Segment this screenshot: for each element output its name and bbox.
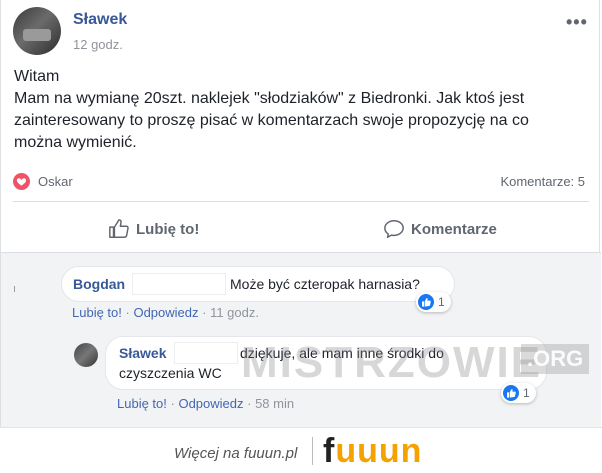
reactor-name[interactable]: Oskar	[38, 174, 73, 189]
site-footer	[0, 427, 602, 473]
comment-time[interactable]: 11 godz.	[210, 305, 259, 320]
facebook-post: Sławek 12 godz. ••• Witam Mam na wymianę…	[0, 0, 601, 427]
redacted-block	[132, 273, 226, 295]
separator: ·	[202, 305, 211, 320]
comment-marker: ı	[13, 283, 17, 295]
love-reaction-icon[interactable]	[13, 173, 30, 190]
comment-bubble: Bogdan Może być czteropak harnasia?	[61, 266, 455, 302]
more-options-icon[interactable]: •••	[566, 12, 588, 33]
comment-actions: Lubię to! · Odpowiedz · 11 godz.	[72, 305, 259, 320]
comment-text: Może być czteropak harnasia?	[230, 276, 420, 292]
comment-bubble-icon	[384, 220, 404, 238]
reply-time[interactable]: 58 min	[255, 396, 294, 411]
comment-label: Komentarze	[411, 220, 497, 238]
post-body: Witam Mam na wymianę 20szt. naklejek "sł…	[14, 66, 584, 154]
comment-reactions[interactable]: 1	[416, 292, 451, 312]
comments-count[interactable]: Komentarze: 5	[500, 174, 585, 189]
divider	[13, 201, 589, 202]
thumbs-up-icon	[503, 385, 519, 401]
reply-like-link[interactable]: Lubię to!	[117, 396, 167, 411]
post-line: można wymienić.	[14, 134, 137, 151]
redacted-block	[174, 342, 238, 364]
reply-reply-link[interactable]: Odpowiedz	[178, 396, 243, 411]
comment-reply-link[interactable]: Odpowiedz	[133, 305, 198, 320]
divider	[1, 252, 601, 253]
thumbs-up-icon	[418, 294, 434, 310]
reply-actions: Lubię to! · Odpowiedz · 58 min	[117, 396, 294, 411]
watermark-org: .ORG	[521, 344, 590, 374]
like-button[interactable]: Lubię to!	[108, 218, 199, 240]
post-line: Witam	[14, 68, 60, 85]
watermark-text: MISTRZOWIE	[241, 338, 543, 387]
post-line: zainteresowany to proszę pisać w komenta…	[14, 112, 529, 129]
reaction-count: 1	[438, 295, 445, 309]
reply-author[interactable]: Sławek	[119, 345, 166, 361]
fuuun-logo[interactable]: fuuun	[323, 432, 422, 471]
post-time[interactable]: 12 godz.	[73, 37, 123, 52]
footer-divider	[312, 437, 313, 465]
logo-rest: uuun	[335, 432, 423, 470]
comment-button[interactable]: Komentarze	[383, 218, 497, 240]
reactions-row: Oskar Komentarze: 5	[13, 172, 585, 192]
more-link[interactable]: Więcej na fuuun.pl	[174, 445, 297, 462]
logo-letter: f	[323, 432, 336, 470]
post-line: Mam na wymianę 20szt. naklejek "słodziak…	[14, 90, 525, 107]
author-avatar[interactable]	[13, 7, 61, 55]
thumbs-up-icon	[109, 219, 129, 238]
reply-text-line: czyszczenia WC	[119, 365, 222, 381]
like-label: Lubię to!	[136, 220, 200, 238]
reply-reactions[interactable]: 1	[501, 383, 536, 403]
comment-like-link[interactable]: Lubię to!	[72, 305, 122, 320]
separator: ·	[247, 396, 256, 411]
comment-author[interactable]: Bogdan	[73, 276, 125, 292]
reaction-count: 1	[523, 386, 530, 400]
reply-author-avatar[interactable]	[74, 343, 98, 367]
post-author[interactable]: Sławek	[73, 11, 127, 29]
